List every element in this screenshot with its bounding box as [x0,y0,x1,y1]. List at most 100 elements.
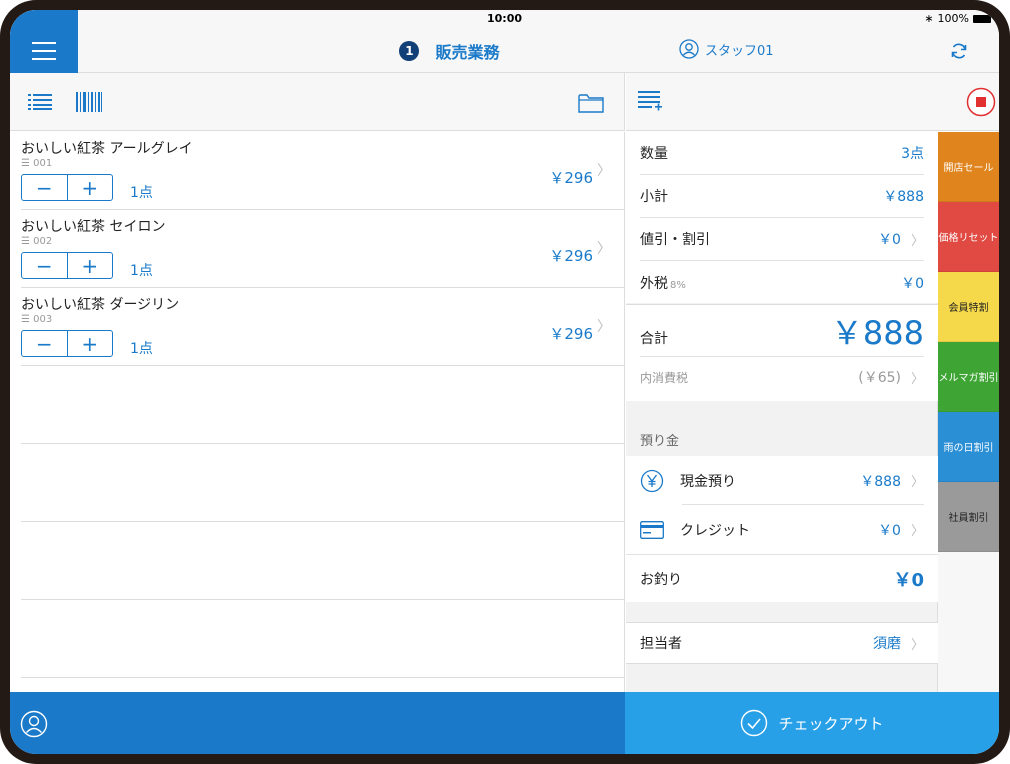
barcode-icon[interactable] [76,92,102,112]
increment-button[interactable]: + [66,175,113,200]
battery-icon [973,14,991,23]
increment-button[interactable]: + [66,253,113,278]
chevron-right-icon: 〉 [910,233,924,249]
discount-button[interactable]: 雨の日割引 [938,412,999,482]
increment-button[interactable]: + [66,331,113,356]
credit-value: ￥0 〉 [878,520,924,540]
empty-row [21,444,625,522]
cash-label: 現金預り [680,473,736,490]
product-toolbar [10,73,625,131]
tax-row: 外税 8% ￥0 [640,261,924,304]
list-view-icon[interactable] [28,94,52,110]
discount-value: ￥0 〉 [878,229,924,249]
change-label: お釣り [640,571,682,588]
staff-name: スタッフ01 [705,43,774,59]
discount-row[interactable]: 値引・割引 ￥0 〉 [640,218,924,261]
battery-label: 100% [937,12,969,25]
check-circle-icon [741,709,768,737]
chevron-right-icon: 〉 [597,319,611,335]
page-title: 1 販売業務 [10,28,999,73]
tax-value: ￥0 [901,275,924,292]
summary-panel: 数量 3点 小計 ￥888 値引・割引 ￥0 〉 外税 8% ￥0 合計 ￥888 [626,132,938,692]
credit-card-icon [640,520,664,539]
discount-label: 雨の日割引 [943,443,994,454]
code-icon: ☰ [21,158,34,169]
cart-item-list: おいしい紅茶 アールグレイ ☰ 001 − + 1点 ￥296 〉 おいしい紅茶… [10,132,625,692]
discount-button-column: 開店セール 価格リセット 会員特割 メルマガ割引 雨の日割引 社員割引 [938,132,999,692]
total-row: 合計 ￥888 [640,305,924,357]
quantity-label: 数量 [640,146,668,162]
battery-status: ∗ 100% [924,12,991,25]
status-bar: iPad 10:00 ∗ 100% [10,10,999,28]
deposit-block: 現金預り ￥888 〉 クレジット ￥0 〉 お釣り ￥0 [626,456,938,602]
discount-button[interactable]: メルマガ割引 [938,342,999,412]
user-icon [679,39,699,59]
staff-block: 担当者 須磨〉 [626,622,938,664]
item-quantity: 1点 [130,185,153,201]
tax-label: 外税 8% [640,275,686,292]
subtotal-row: 小計 ￥888 [640,175,924,218]
list-add-icon[interactable] [638,91,662,113]
discount-label: 価格リセット [938,233,999,244]
item-price: ￥296 [549,325,593,343]
refresh-icon[interactable] [949,41,969,61]
cash-row[interactable]: 現金預り ￥888 〉 [640,456,924,505]
item-quantity: 1点 [130,341,153,357]
staff-selector[interactable]: スタッフ01 [679,39,774,59]
discount-label: 値引・割引 [640,232,710,248]
chevron-right-icon: 〉 [597,241,611,257]
cart-item-row[interactable]: おいしい紅茶 ダージリン ☰ 003 − + 1点 ￥296 〉 [21,288,625,366]
yen-coin-icon [640,469,664,492]
item-quantity: 1点 [130,263,153,279]
cart-item-row[interactable]: おいしい紅茶 アールグレイ ☰ 001 − + 1点 ￥296 〉 [21,132,625,210]
inner-tax-value: (￥65) 〉 [858,367,924,387]
title-text: 販売業務 [435,42,500,62]
total-label: 合計 [640,330,668,347]
item-name: おいしい紅茶 ダージリン [21,297,180,313]
register-number-badge: 1 [399,40,420,61]
stop-icon[interactable] [966,87,996,117]
empty-row [21,600,625,678]
item-code: ☰ 003 [21,314,53,325]
item-price: ￥296 [549,169,593,187]
discount-button[interactable]: 会員特割 [938,272,999,342]
discount-button[interactable]: 社員割引 [938,482,999,552]
checkout-button[interactable]: チェックアウト [625,692,999,754]
quantity-value: 3点 [901,146,924,162]
decrement-button[interactable]: − [22,175,67,200]
decrement-button[interactable]: − [22,331,67,356]
chevron-right-icon: 〉 [910,371,924,387]
decrement-button[interactable]: − [22,253,67,278]
cash-value: ￥888 〉 [860,471,924,491]
discount-button[interactable]: 開店セール [938,132,999,202]
credit-label: クレジット [680,522,750,539]
person-in-charge-row[interactable]: 担当者 須磨〉 [640,623,924,663]
person-value: 須磨〉 [873,633,924,653]
bluetooth-icon: ∗ [924,12,934,25]
empty-row [21,366,625,444]
inner-tax-label: 内消費税 [640,370,689,385]
summary-toolbar [626,73,999,131]
discount-label: 会員特割 [948,303,989,314]
deposit-section-title: 預り金 [640,434,680,449]
checkout-label: チェックアウト [778,714,884,733]
bottom-bar [10,692,625,754]
code-icon: ☰ [21,236,34,247]
person-label: 担当者 [640,636,682,652]
credit-row[interactable]: クレジット ￥0 〉 [640,505,924,554]
nav-bar: 1 販売業務 スタッフ01 [10,10,999,73]
subtotal-label: 小計 [640,189,668,205]
item-price: ￥296 [549,247,593,265]
quantity-stepper: − + [21,330,113,357]
discount-label: メルマガ割引 [938,373,999,384]
app-screen: iPad 10:00 ∗ 100% 1 販売業務 スタッフ01 [10,10,999,754]
customer-icon[interactable] [20,710,48,738]
discount-button[interactable]: 価格リセット [938,202,999,272]
cart-item-row[interactable]: おいしい紅茶 セイロン ☰ 002 − + 1点 ￥296 〉 [21,210,625,288]
chevron-right-icon: 〉 [910,475,924,490]
total-value: ￥888 [830,313,924,352]
discount-label: 社員割引 [948,513,989,524]
item-code: ☰ 001 [21,158,53,169]
subtotal-value: ￥888 [883,189,924,205]
folder-icon[interactable] [578,93,604,113]
